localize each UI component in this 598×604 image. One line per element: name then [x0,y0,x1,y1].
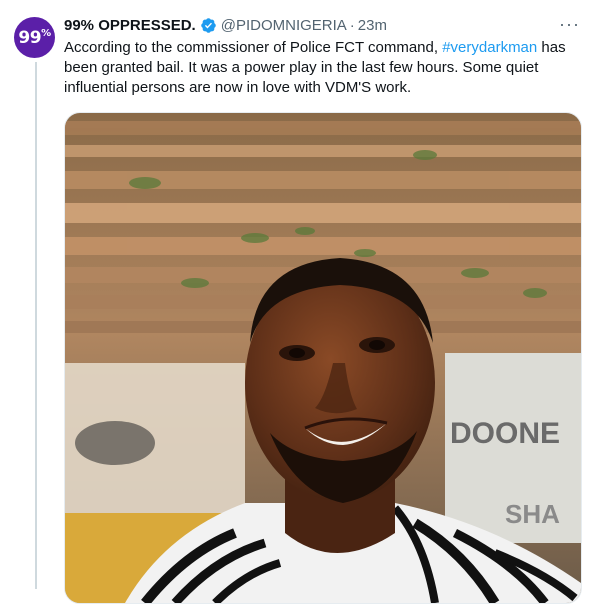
avatar-text: 99 [18,27,42,48]
thread-connector-line [35,62,37,589]
hashtag-link[interactable]: #verydarkman [442,39,537,56]
avatar[interactable]: 99% [14,17,55,58]
user-handle[interactable]: @PIDOMNIGERIA [221,17,347,34]
tweet-header: 99% OPPRESSED. @PIDOMNIGERIA · 23m [64,14,578,36]
tweet-text: According to the commissioner of Police … [64,38,582,98]
separator-dot: · [349,16,355,34]
tweet-text-part-1: According to the commissioner of Police … [64,39,443,56]
verified-badge-icon [200,17,217,34]
more-options-icon[interactable]: ··· [559,14,580,35]
display-name[interactable]: 99% OPPRESSED. [64,17,196,34]
tweet-media-image[interactable]: DOONE SHA [64,112,582,604]
sign-text-2: SHA [505,499,560,529]
selfie-photo: DOONE SHA [65,113,581,603]
sign-text: DOONE [450,417,560,450]
avatar-percent: % [41,28,51,39]
timestamp[interactable]: 23m [358,17,387,34]
